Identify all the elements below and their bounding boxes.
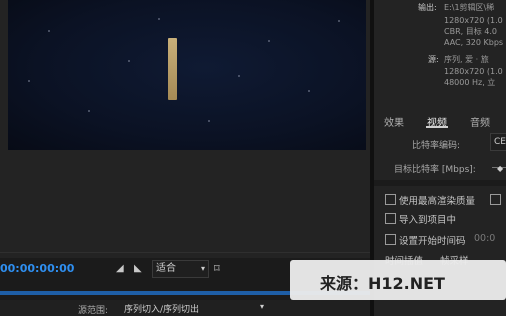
output-bitrate: CBR, 目标 4.0 <box>444 27 497 36</box>
max-depth-checkbox[interactable] <box>490 194 501 205</box>
mark-out-icon[interactable]: ◣ <box>134 263 142 274</box>
chevron-down-icon: ▾ <box>200 264 205 273</box>
crop-icon[interactable]: ⌑ <box>214 262 220 275</box>
video-title-graphic <box>168 38 177 100</box>
source-range-value: 序列切入/序列切出 <box>124 305 200 315</box>
chevron-down-icon: ▾ <box>259 302 264 311</box>
video-preview <box>8 0 366 150</box>
divider <box>0 252 370 253</box>
max-render-quality-checkbox[interactable] <box>385 194 396 205</box>
bitrate-encoding-label: 比特率编码: <box>412 141 461 151</box>
source-range-label: 源范围: <box>78 306 109 316</box>
tab-effects[interactable]: 效果 <box>384 114 404 129</box>
source-resolution: 1280x720 (1.0 <box>444 67 503 76</box>
slider-handle[interactable]: ◆ <box>497 164 503 173</box>
source-name: 序列, 爱 · 旅 <box>444 55 489 64</box>
start-timecode-label: 设置开始时间码 <box>399 236 466 247</box>
start-timecode-field[interactable]: 00:0 <box>474 233 495 244</box>
import-to-project-checkbox[interactable] <box>385 213 396 224</box>
output-path[interactable]: E:\1剪辑区\稀 <box>444 2 494 13</box>
max-render-quality-label: 使用最高渲染质量 <box>399 196 476 207</box>
timecode-display[interactable]: 00:00:00:00 <box>0 262 74 275</box>
output-resolution: 1280x720 (1.0 <box>444 16 503 25</box>
export-summary: 输出: E:\1剪辑区\稀 1280x720 (1.0 CBR, 目标 4.0 … <box>374 0 506 108</box>
output-label: 输出: <box>418 3 437 12</box>
source-label: 源: <box>428 55 439 64</box>
fit-select-value: 适合 <box>156 263 176 274</box>
start-timecode-checkbox[interactable] <box>385 234 396 245</box>
source-range-select[interactable]: 序列切入/序列切出 ▾ <box>124 302 264 315</box>
watermark-text: 来源：H12.NET <box>320 274 445 293</box>
active-tab-indicator <box>426 126 448 128</box>
import-to-project-label: 导入到项目中 <box>399 215 457 226</box>
output-audio: AAC, 320 Kbps <box>444 38 504 47</box>
fit-select[interactable]: 适合 ▾ <box>152 260 209 278</box>
source-audio: 48000 Hz, 立 <box>444 78 496 87</box>
target-bitrate-label: 目标比特率 [Mbps]: <box>394 165 476 175</box>
mark-in-icon[interactable]: ◢ <box>116 263 124 274</box>
bitrate-encoding-select[interactable]: CE <box>490 133 506 151</box>
tab-audio[interactable]: 音频 <box>470 114 490 129</box>
